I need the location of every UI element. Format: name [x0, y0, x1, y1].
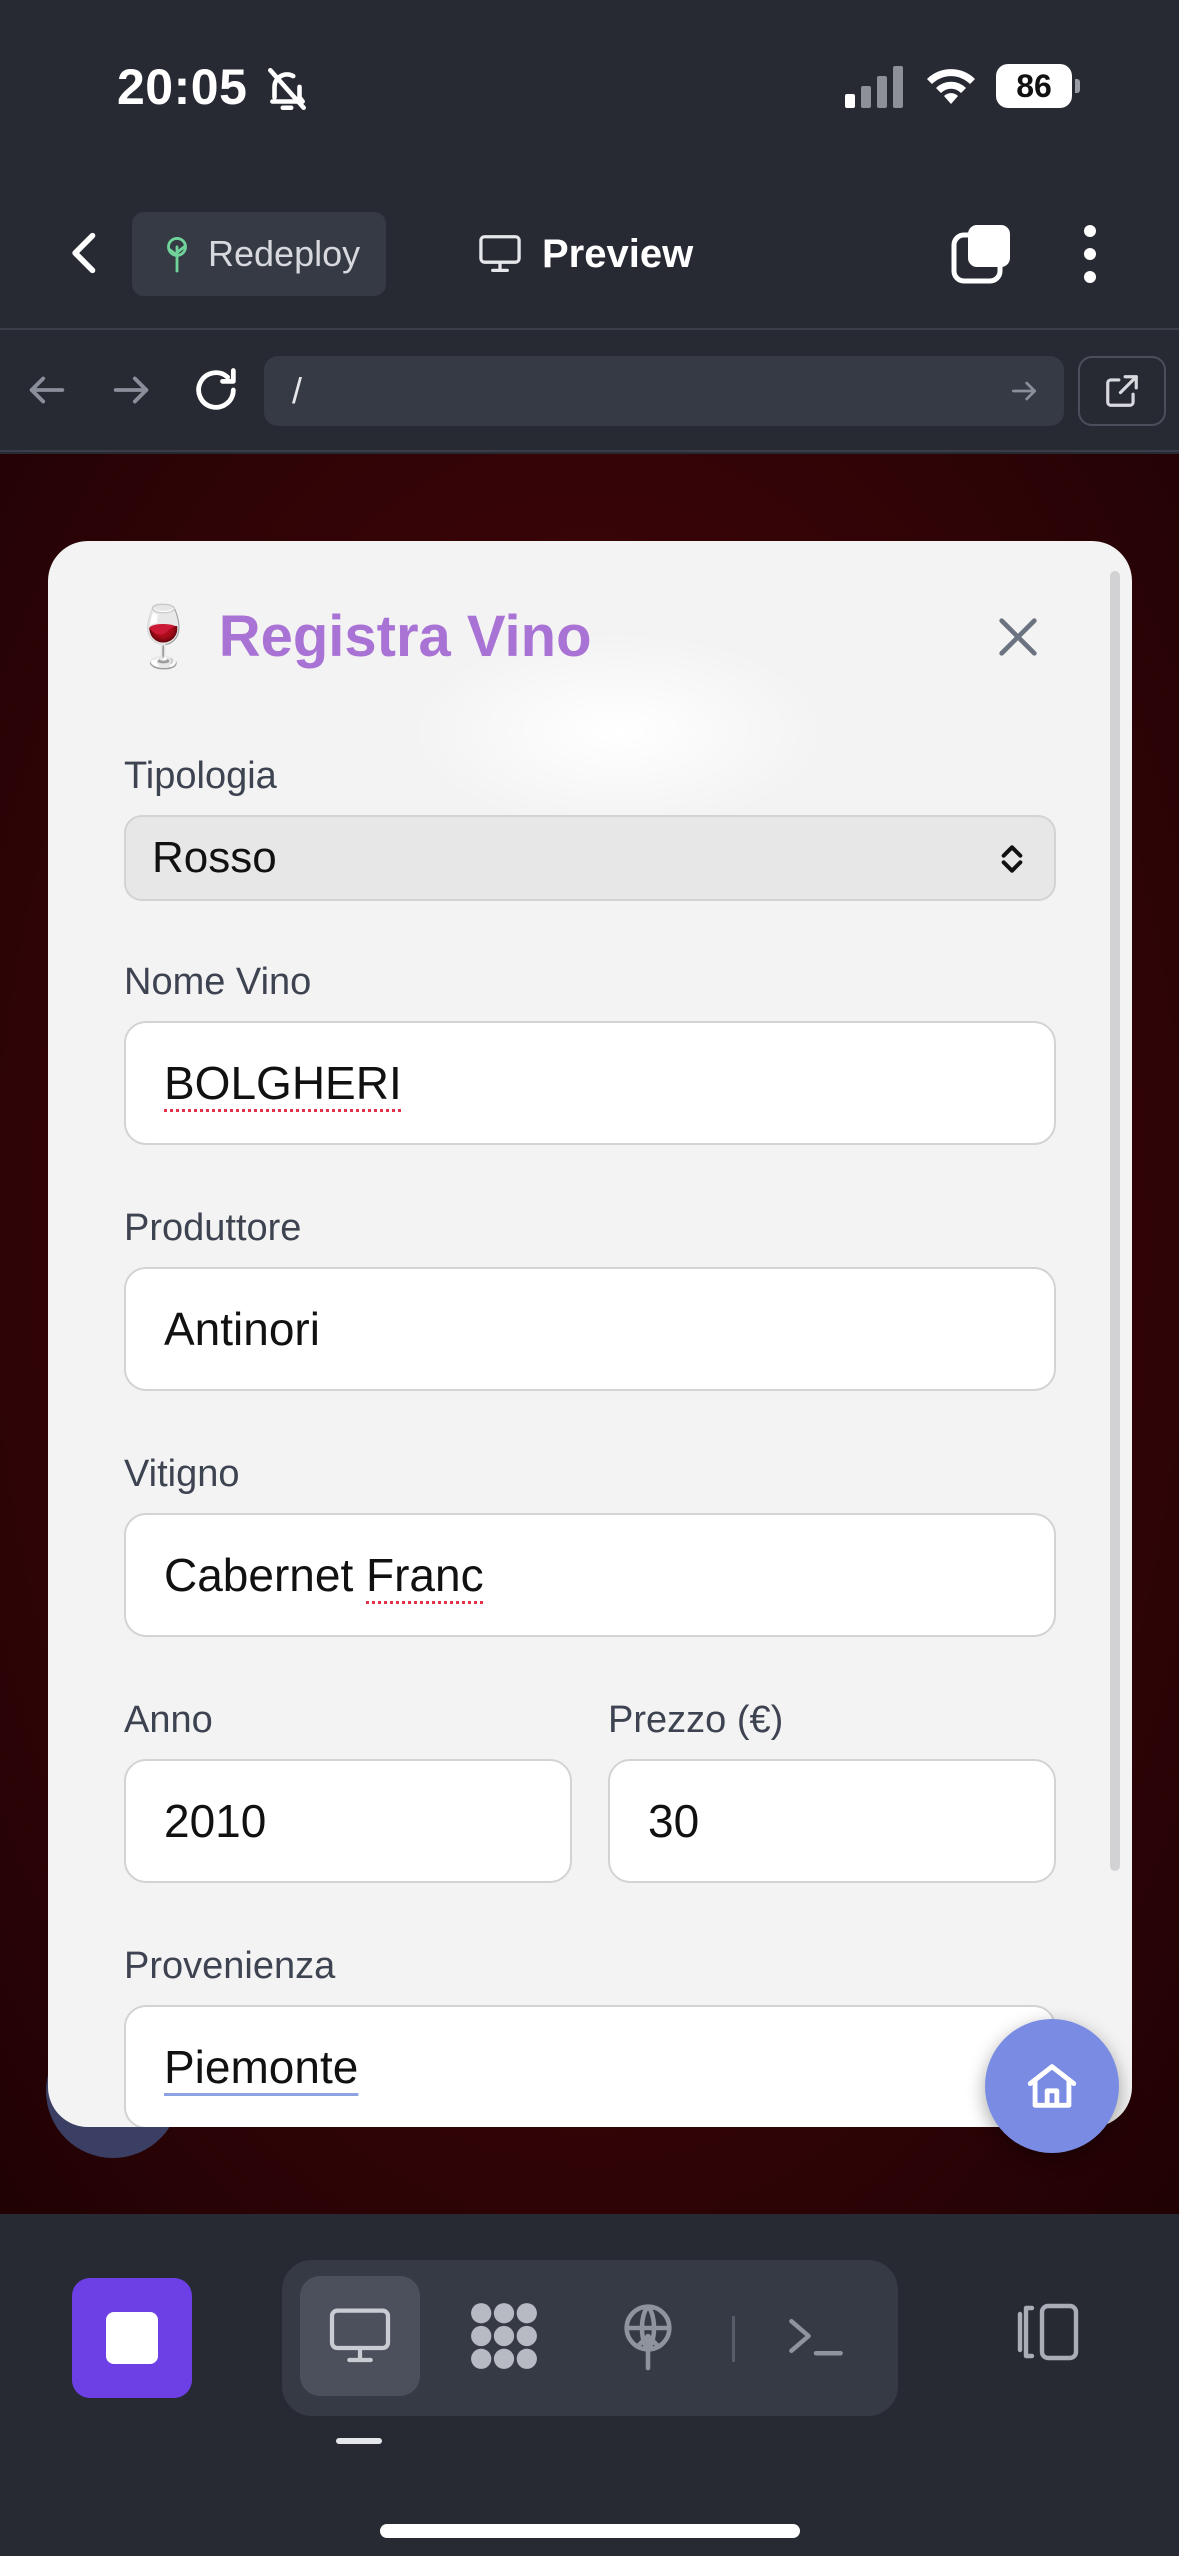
tabs-icon[interactable] [950, 223, 1014, 285]
deploy-globe-icon [624, 2304, 672, 2371]
tree-icon [167, 237, 187, 273]
tipologia-select[interactable]: Rosso [124, 815, 1056, 901]
split-layout-icon[interactable] [1010, 2300, 1082, 2364]
nome-vino-input[interactable]: BOLGHERI [124, 1021, 1056, 1145]
browser-url-bar: / [0, 332, 1179, 452]
tipologia-label: Tipologia [124, 755, 277, 797]
vitigno-label: Vitigno [124, 1453, 240, 1495]
produttore-input[interactable]: Antinori [124, 1267, 1056, 1391]
modal-header: 🍷 Registra Vino [126, 591, 592, 681]
nome-vino-label: Nome Vino [124, 961, 312, 1003]
kebab-menu-icon[interactable] [1070, 223, 1110, 285]
home-icon [1027, 2064, 1077, 2108]
deploy-mode-button[interactable] [588, 2276, 708, 2396]
produttore-value: Antinori [164, 1303, 320, 1355]
wifi-icon [927, 69, 975, 104]
provenienza-input[interactable]: Piemonte [124, 2005, 1056, 2127]
app-bar: Redeploy Preview [0, 175, 1179, 330]
preview-mode-button[interactable] [300, 2276, 420, 2396]
vitigno-input[interactable]: Cabernet Franc [124, 1513, 1056, 1637]
home-indicator [380, 2524, 800, 2538]
monitor-icon [329, 2308, 391, 2363]
nome-vino-value: BOLGHERI [164, 1057, 402, 1109]
vitigno-value-flagged: Franc [366, 1549, 484, 1601]
cluster-icon [471, 2303, 537, 2369]
anno-label: Anno [124, 1699, 213, 1741]
prezzo-value: 30 [648, 1795, 700, 1847]
anno-value: 2010 [164, 1795, 267, 1847]
modal-title: Registra Vino [218, 603, 592, 669]
back-chevron-icon[interactable] [60, 227, 112, 279]
wine-glass-icon: 🍷 [126, 602, 201, 670]
vitigno-value-prefix: Cabernet [164, 1549, 367, 1601]
active-mode-indicator [336, 2438, 382, 2444]
cellular-signal-icon [845, 66, 903, 108]
provenienza-value: Piemonte [164, 2041, 359, 2093]
terminal-icon [789, 2319, 843, 2356]
modal-scrollbar[interactable] [1110, 571, 1120, 1871]
open-external-button[interactable] [1078, 356, 1166, 426]
anno-input[interactable]: 2010 [124, 1759, 572, 1883]
stop-button[interactable] [72, 2278, 192, 2398]
tipologia-value: Rosso [152, 833, 277, 882]
status-time: 20:05 [117, 59, 248, 115]
bottom-toolbar [0, 2214, 1179, 2556]
url-input[interactable]: / [264, 356, 1064, 426]
bell-slash-icon [268, 67, 306, 111]
chevron-up-down-icon [1001, 845, 1023, 873]
prezzo-label: Prezzo (€) [608, 1699, 784, 1741]
battery-icon: 86 [996, 64, 1080, 108]
go-arrow-icon[interactable] [1008, 375, 1040, 407]
external-link-icon [1106, 375, 1138, 407]
close-icon[interactable] [990, 609, 1046, 665]
arrow-left-icon[interactable] [24, 367, 70, 413]
home-button[interactable] [985, 2019, 1119, 2153]
redeploy-button[interactable]: Redeploy [132, 212, 386, 296]
agent-mode-button[interactable] [444, 2276, 564, 2396]
dock-separator [732, 2316, 735, 2362]
produttore-label: Produttore [124, 1207, 302, 1249]
terminal-mode-button[interactable] [756, 2276, 876, 2396]
web-preview: 🍷 Registra Vino Tipologia Rosso Nome Vin… [0, 454, 1179, 2214]
prezzo-input[interactable]: 30 [608, 1759, 1056, 1883]
register-wine-modal: 🍷 Registra Vino Tipologia Rosso Nome Vin… [48, 541, 1132, 2127]
reload-icon[interactable] [190, 364, 242, 416]
mode-dock [282, 2260, 898, 2416]
provenienza-label: Provenienza [124, 1945, 336, 1987]
preview-tab[interactable]: Preview [478, 212, 693, 296]
preview-label: Preview [542, 231, 694, 276]
redeploy-label: Redeploy [208, 233, 361, 274]
monitor-icon [479, 235, 521, 272]
battery-level: 86 [1016, 68, 1052, 104]
stop-icon [106, 2312, 158, 2364]
status-bar: 20:05 86 [0, 0, 1179, 175]
arrow-right-icon[interactable] [108, 367, 154, 413]
url-text: / [292, 370, 303, 411]
